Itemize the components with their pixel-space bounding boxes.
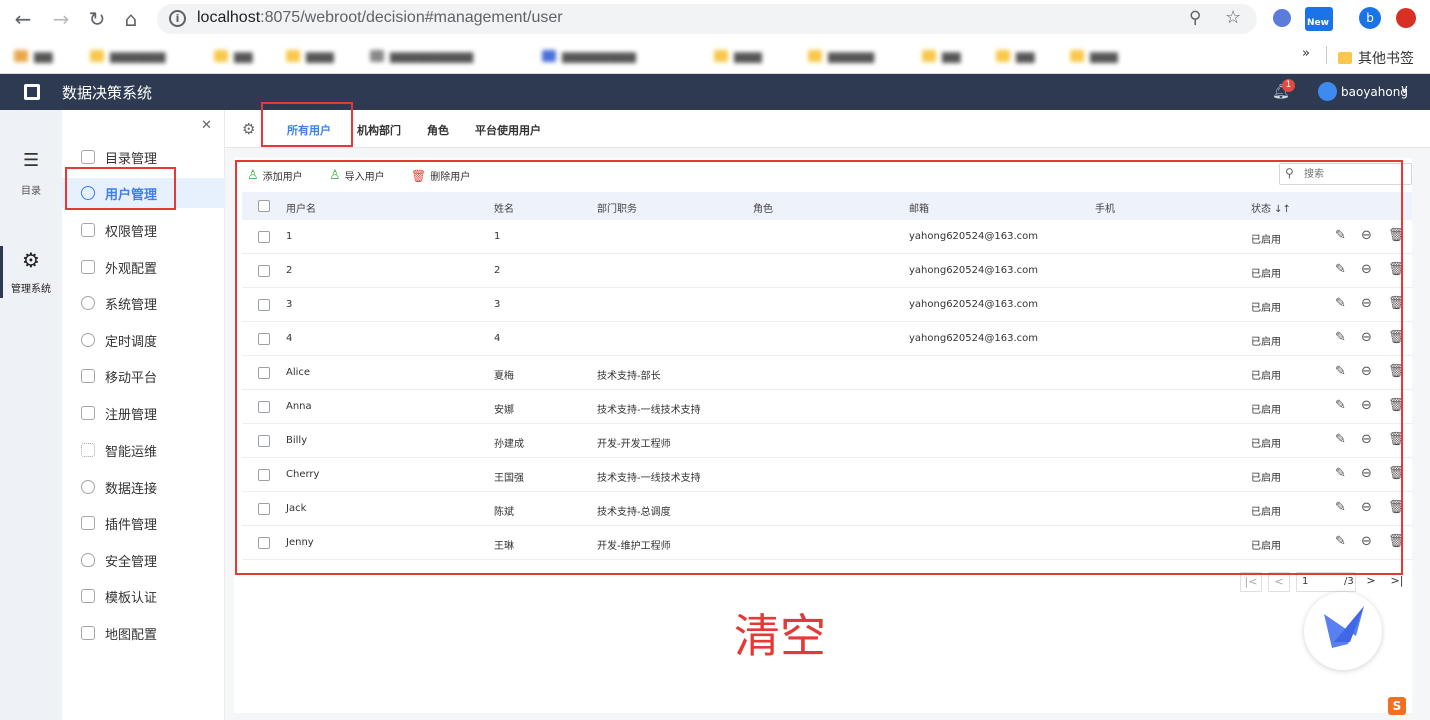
first-page-button[interactable]: |< — [1240, 572, 1262, 592]
rail-catalog[interactable]: 目录 — [0, 182, 62, 197]
menu-item-security[interactable]: 安全管理 — [62, 545, 225, 575]
home-icon[interactable]: ⌂ — [118, 6, 144, 32]
page-total: /3 — [1344, 576, 1354, 587]
rail-active-indicator — [0, 246, 3, 298]
menu-item-plugins[interactable]: 插件管理 — [62, 508, 225, 538]
star-icon[interactable]: ☆ — [1225, 7, 1241, 28]
gear-icon[interactable]: ⚙ — [22, 248, 40, 272]
menu-item-map[interactable]: 地图配置 — [62, 618, 225, 648]
app-logo — [24, 84, 40, 100]
bookmark-item[interactable]: ▆▆▆▆▆▆ — [90, 48, 200, 64]
bookmark-item[interactable]: ▆▆▆ — [1070, 48, 1140, 64]
bookmark-item[interactable]: ▆▆ — [996, 48, 1056, 64]
site-info-icon[interactable]: i — [169, 10, 186, 27]
template-icon — [81, 589, 95, 603]
catalog-icon — [81, 150, 95, 164]
menu-item-mobile[interactable]: 移动平台 — [62, 361, 225, 391]
pin-icon[interactable]: ✕ — [201, 118, 212, 133]
next-page-button[interactable]: > — [1360, 572, 1382, 592]
tab-departments[interactable]: 机构部门 — [357, 122, 401, 138]
folder-icon — [1338, 52, 1352, 64]
reload-icon[interactable]: ↻ — [84, 6, 110, 32]
bookmark-item[interactable]: ▆▆ — [214, 48, 274, 64]
extension-new-icon[interactable]: New — [1305, 7, 1333, 31]
link-icon — [81, 480, 95, 494]
bookmark-item[interactable]: ▆▆▆▆▆▆▆▆ — [542, 48, 692, 64]
annotation-box-menu — [65, 167, 176, 210]
browser-toolbar: ← → ↻ ⌂ i localhost:8075/webroot/decisio… — [0, 0, 1430, 38]
bookmark-item[interactable]: ▆▆ — [14, 48, 74, 64]
chevron-down-icon[interactable]: ∨ — [1400, 82, 1409, 96]
menu-item-data-connection[interactable]: 数据连接 — [62, 472, 225, 502]
forward-icon[interactable]: → — [48, 6, 74, 32]
timer-icon — [81, 333, 95, 347]
bookmarks-bar: ▆▆ ▆▆▆▆▆▆ ▆▆ ▆▆▆ ▆▆▆▆▆▆▆▆▆ ▆▆▆▆▆▆▆▆ ▆▆▆ … — [0, 38, 1430, 74]
back-icon[interactable]: ← — [10, 6, 36, 32]
menu-item-template-auth[interactable]: 模板认证 — [62, 581, 225, 611]
ops-icon — [81, 443, 95, 457]
sogou-ime-icon[interactable]: S — [1388, 697, 1406, 715]
register-icon — [81, 406, 95, 420]
plugin-icon — [81, 516, 95, 530]
bookmarks-more[interactable]: » — [1302, 46, 1310, 61]
map-icon — [81, 626, 95, 640]
rail-system[interactable]: 管理系统 — [0, 280, 62, 295]
annotation-box-table — [235, 160, 1403, 575]
menu-item-permissions[interactable]: 权限管理 — [62, 215, 225, 245]
prev-page-button[interactable]: < — [1268, 572, 1290, 592]
menu-item-ops[interactable]: 智能运维 — [62, 435, 225, 465]
menu-item-registration[interactable]: 注册管理 — [62, 398, 225, 428]
tab-platform-users[interactable]: 平台使用用户 — [475, 122, 541, 138]
settings-icon[interactable]: ⚙ — [242, 120, 255, 138]
brush-icon — [81, 260, 95, 274]
annotation-text: 清空 — [734, 609, 826, 663]
url-text[interactable]: localhost:8075/webroot/decision#manageme… — [197, 9, 563, 27]
bookmark-item[interactable]: ▆▆▆▆▆ — [808, 48, 908, 64]
settings-icon — [81, 296, 95, 310]
new-badge: New — [1307, 18, 1329, 28]
last-page-button[interactable]: >| — [1386, 572, 1408, 592]
address-bar[interactable]: i localhost:8075/webroot/decision#manage… — [157, 4, 1257, 34]
user-avatar[interactable] — [1318, 82, 1337, 101]
tab-roles[interactable]: 角色 — [427, 122, 449, 138]
extension-up-icon[interactable] — [1396, 8, 1416, 28]
profile-avatar[interactable]: b — [1359, 7, 1381, 29]
menu-item-system[interactable]: 系统管理 — [62, 288, 225, 318]
menu-item-appearance[interactable]: 外观配置 — [62, 252, 225, 282]
annotation-box-tab — [261, 102, 353, 147]
tab-bar — [225, 110, 1430, 148]
other-bookmarks[interactable]: 其他书签 — [1338, 48, 1414, 68]
list-icon[interactable]: ☰ — [23, 152, 39, 170]
bookmark-item[interactable]: ▆▆▆▆▆▆▆▆▆ — [370, 48, 520, 64]
app-header: 数据决策系统 🔔︎ 1 baoyahong ∨ — [0, 74, 1430, 110]
bird-logo-icon[interactable] — [1304, 592, 1382, 670]
bookmark-item[interactable]: ▆▆▆ — [714, 48, 794, 64]
user-name[interactable]: baoyahong — [1341, 85, 1408, 99]
left-rail: ☰ 目录 ⚙ 管理系统 — [0, 110, 62, 720]
lock-icon — [81, 223, 95, 237]
zoom-icon[interactable]: ⚲ — [1189, 8, 1201, 28]
shield-icon — [81, 553, 95, 567]
bookmark-item[interactable]: ▆▆▆ — [286, 48, 346, 64]
menu-item-schedule[interactable]: 定时调度 — [62, 325, 225, 355]
extension-icon[interactable] — [1273, 9, 1291, 27]
bookmark-item[interactable]: ▆▆ — [922, 48, 982, 64]
app-title: 数据决策系统 — [62, 84, 153, 102]
mobile-icon — [81, 369, 95, 383]
notification-badge: 1 — [1282, 79, 1295, 92]
bookmarks-divider — [1326, 46, 1327, 64]
